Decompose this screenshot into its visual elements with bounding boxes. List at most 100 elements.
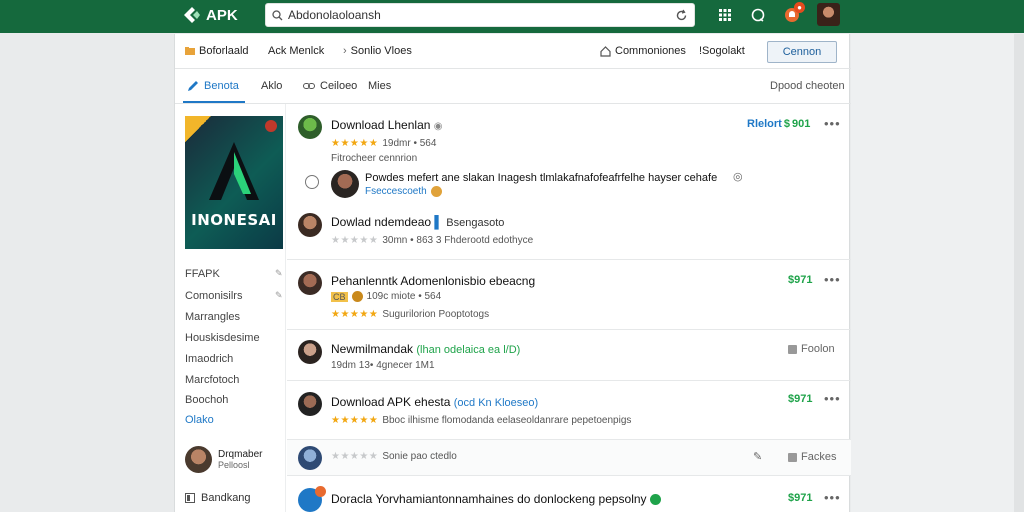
post-meta-text: 19dmr • 564 [382,138,437,149]
follow-label: Foolon [801,343,835,355]
cover-stripe [185,116,211,142]
tab-dpood-cheoten[interactable]: Dpood cheoten [770,80,845,92]
app-cover-image[interactable]: INONESAI [185,116,283,249]
post-title-link[interactable]: (ocd Kn Kloeseo) [454,397,538,409]
sidebar-bottom-link[interactable]: Bandkang [185,492,251,504]
dollar-icon: $ [783,118,790,130]
star-rating-icon: ★★★★★ [331,138,379,149]
star-rating-icon: ★★★★★ [331,235,379,246]
sidebar-item-imaodrich[interactable]: Imaodrich [185,353,233,365]
reply-link[interactable]: Fseccescoeth [365,186,427,197]
post-title-link[interactable]: (lhan odelaica ea l/D) [416,344,520,356]
feedback-label: Fackes [801,451,837,463]
reply2-meta: ★★★★★ 30mn • 863 3 Fhderootd edothyce [331,235,533,246]
post-meta: ★★★★★ 19dmr • 564 [331,138,436,149]
badge-icon [315,486,326,497]
price-tag[interactable]: Rlelort $ 901 [747,118,810,130]
follow-button[interactable]: Foolon [788,343,835,355]
avatar [185,446,212,473]
crumb-comments[interactable]: Commoniones [600,45,686,57]
more-options-icon[interactable]: ••• [824,272,841,287]
avatar [298,446,322,470]
chat-icon[interactable] [749,6,767,24]
crumb-download[interactable]: Boforlaald [185,45,249,57]
more-options-icon[interactable]: ••• [824,391,841,406]
list-item[interactable]: Doracla Yorvhamiantonnamhaines do donloc… [287,476,851,512]
sidebar-user[interactable]: Drqmaber Pelloosl [185,446,262,473]
right-panel [851,34,1024,512]
tab-ceiloeo[interactable]: Ceiloeo [303,80,357,92]
sidebar-item-marcfotoch[interactable]: Marcfotoch [185,374,239,386]
logo-text: APK [206,6,238,24]
more-options-icon[interactable]: ••• [824,116,841,131]
price-value: 901 [791,118,811,130]
connect-button[interactable]: Cennon [767,41,837,63]
post-title[interactable]: Download APK ehesta (ocd Kn Kloeseo) [331,395,538,409]
tab-label: Mies [368,80,392,92]
home-icon [600,45,611,57]
radio-icon[interactable] [305,175,319,189]
refresh-icon[interactable] [668,9,694,22]
post-meta-text: Sonie pao ctedlo [382,451,457,462]
sidebar-item-boochoh[interactable]: Boochoh [185,394,228,406]
search-input[interactable] [288,8,668,22]
reply2-title[interactable]: Dowlad ndemdeao ▌ Bsengasoto [331,215,504,229]
reply-row[interactable]: Powdes mefert ane slakan Inagesh tlmlaka… [331,170,743,198]
reply2-meta-text: 30mn • 863 3 Fhderootd edothyce [382,235,534,246]
list-item[interactable]: Pehanlenntk Adomenlonisbio ebeacng CB 10… [287,260,851,330]
post-title[interactable]: Doracla Yorvhamiantonnamhaines do donloc… [331,492,661,506]
grid-apps-icon[interactable] [716,6,734,24]
main-card: Boforlaald Ack Menlck › Sonlio Vloes Com… [174,34,851,512]
star-rating-icon: ★★★★★ [331,451,379,462]
list-item[interactable]: Download APK ehesta (ocd Kn Kloeseo) ★★★… [287,381,851,440]
post-title[interactable]: Newmilmandak (lhan odelaica ea l/D) [331,342,520,356]
crumb-label: Boforlaald [199,45,249,57]
crumb-label: Ack Menlck [268,45,325,57]
crumb-label: Sonlio Vloes [350,45,412,57]
list-item[interactable]: Download Lhenlan ◉ ★★★★★ 19dmr • 564 Fit… [287,104,851,260]
list-item[interactable]: Newmilmandak (lhan odelaica ea l/D) 19dm… [287,330,851,381]
pin-icon[interactable]: ✎ [275,290,283,301]
tab-benota[interactable]: Benota [187,80,239,92]
tab-aklo[interactable]: Aklo [261,80,282,92]
list-item[interactable]: ★★★★★ Sonie pao ctedlo ✎ Fackes [287,440,851,476]
pin-icon[interactable]: ✎ [275,268,283,279]
crumb-videos[interactable]: › Sonlio Vloes [343,45,412,57]
star-rating-icon: ★★★★★ [331,415,379,426]
crumb-menu[interactable]: Ack Menlck [268,45,324,57]
avatar [298,392,322,416]
cover-logo-icon [209,142,259,200]
square-icon [788,452,797,462]
sidebar-item-comonisilrs[interactable]: Comonisilrs [185,290,242,302]
price-tag[interactable]: $971 [788,492,812,504]
post-title[interactable]: Pehanlenntk Adomenlonisbio ebeacng [331,274,535,288]
tab-mies[interactable]: Mies [368,80,391,92]
post-meta: CB 109c miote • 564 [331,291,441,302]
price-tag[interactable]: $971 [788,274,812,286]
feedback-button[interactable]: Fackes [788,451,836,463]
settings-icon[interactable]: ◎ [733,170,743,183]
post-title[interactable]: Download Lhenlan ◉ [331,118,443,132]
price-tag[interactable]: $971 [788,393,812,405]
scrollbar[interactable] [1014,34,1024,512]
post-title-text: Download APK ehesta [331,395,451,409]
sidebar-item-houskisdesime[interactable]: Houskisdesime [185,332,260,344]
reply2-link: Bsengasoto [446,217,505,229]
crumb-settings[interactable]: !Sogolakt [699,45,745,57]
user-avatar[interactable] [817,3,840,26]
sidebar-item-marrangles[interactable]: Marrangles [185,311,240,323]
chevron-right-icon: › [343,45,347,57]
blue-tag-icon: ▌ [434,215,443,229]
post-meta-2: ★★★★★ Sugurilorion Pooptotogs [331,309,489,320]
app-logo[interactable]: APK [182,4,238,26]
post-meta-text: Bboc ilhisme flomodanda eelaseoldanrare … [382,415,632,426]
more-options-icon[interactable]: ••• [824,490,841,505]
verified-icon: ◉ [433,121,443,132]
edit-icon[interactable]: ✎ [753,450,762,463]
post-feed: Download Lhenlan ◉ ★★★★★ 19dmr • 564 Fit… [287,104,851,512]
sidebar-item-ffapk[interactable]: FFAPK [185,268,220,280]
sidebar-item-olako[interactable]: Olako [185,414,214,426]
search-bar[interactable] [265,3,695,27]
avatar [331,170,359,198]
post-meta: 19dm 13• 4gnecer 1M1 [331,360,435,371]
